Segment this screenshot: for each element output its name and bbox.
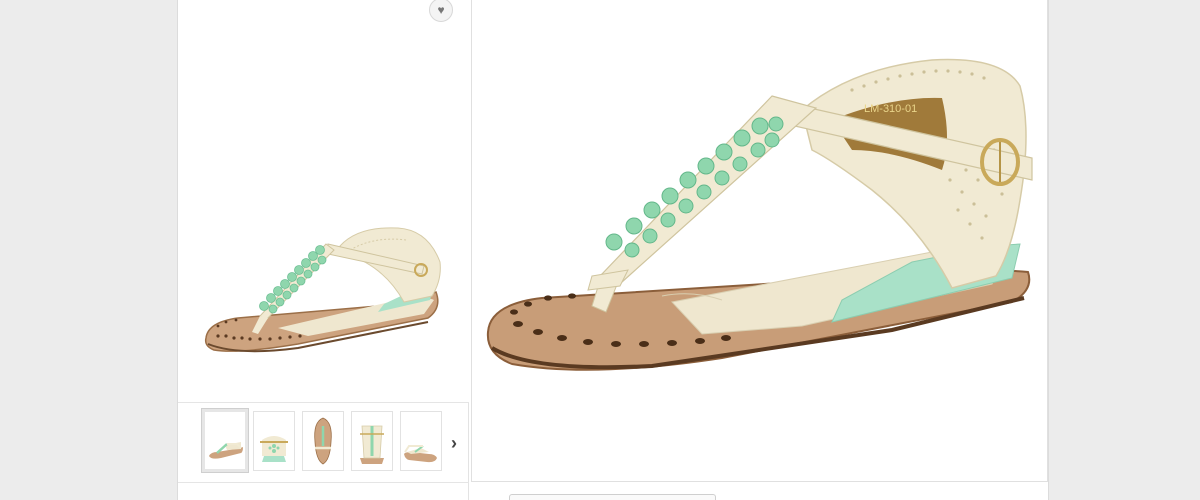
below-fold-panel [509, 494, 716, 500]
chevron-right-icon: › [451, 433, 457, 453]
thumbnail-strip: › [178, 402, 469, 482]
thumbnail-4[interactable] [351, 411, 393, 471]
main-product-image[interactable] [178, 0, 469, 402]
thumbnail-3[interactable] [302, 411, 344, 471]
thumbnail-5[interactable] [400, 411, 442, 471]
thumb-side-left-graphic [209, 442, 243, 459]
thumbnail-2[interactable] [253, 411, 295, 471]
sandal-zoom-graphic: LM-310-01 [486, 58, 1033, 371]
thumbnail-next-button[interactable]: › [446, 431, 462, 455]
thumb-back-graphic [360, 425, 384, 464]
thumb-front-graphic [260, 436, 288, 462]
gallery-bottom-divider [178, 482, 469, 483]
heart-icon: ♥ [437, 3, 445, 17]
thumbnail-1[interactable] [202, 409, 248, 472]
thumb-side-right-graphic [404, 445, 437, 463]
product-page: ♥ › LM-310-01 [0, 0, 1200, 500]
zoomed-product-image[interactable]: LM-310-01 [471, 0, 1048, 482]
gallery-column: ♥ › [178, 0, 469, 500]
thumb-top-graphic [314, 417, 332, 465]
insole-label: LM-310-01 [864, 103, 917, 115]
sandal-main-graphic [204, 227, 441, 353]
